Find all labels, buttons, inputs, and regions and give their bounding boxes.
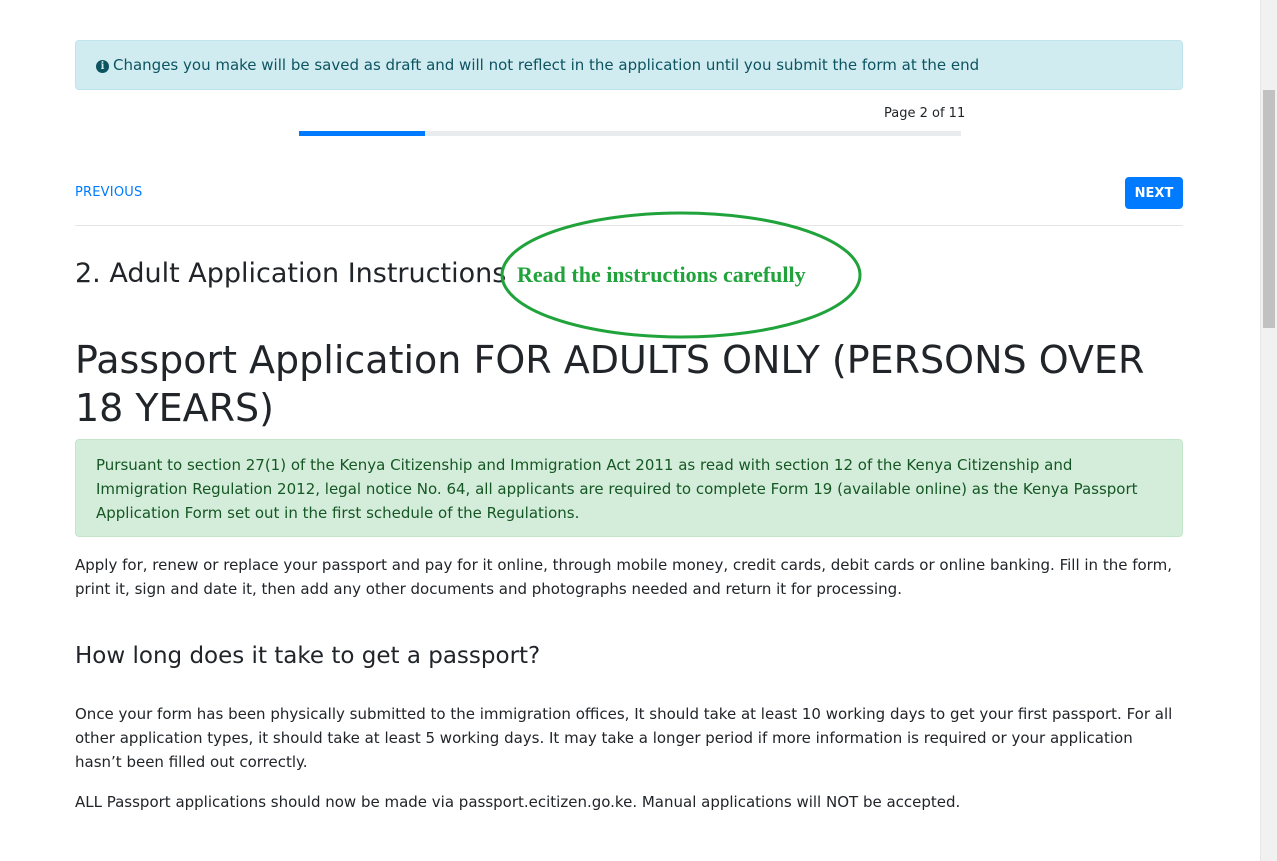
info-circle-icon: i (96, 60, 109, 73)
draft-notice-alert: i Changes you make will be saved as draft… (75, 40, 1183, 90)
page-heading: Passport Application FOR ADULTS ONLY (PE… (75, 338, 1145, 430)
faq-answer-paragraph: Once your form has been physically submi… (75, 705, 1173, 771)
faq-heading: How long does it take to get a passport? (75, 643, 541, 669)
legal-notice-alert: Pursuant to section 27(1) of the Kenya C… (75, 439, 1183, 537)
previous-button[interactable]: PREVIOUS (75, 185, 142, 200)
progress-bar-track (299, 131, 961, 136)
page-indicator: Page 2 of 11 (884, 106, 966, 121)
page-viewport: i Changes you make will be saved as draft… (0, 0, 1277, 861)
next-button[interactable]: NEXT (1125, 177, 1183, 209)
annotation-text: Read the instructions carefully (517, 262, 806, 287)
scrollbar-thumb[interactable] (1263, 90, 1275, 328)
online-notice-paragraph: ALL Passport applications should now be … (75, 793, 961, 811)
intro-paragraph: Apply for, renew or replace your passpor… (75, 556, 1172, 598)
progress-bar-fill (299, 131, 425, 136)
draft-notice-text: Changes you make will be saved as draft … (113, 56, 980, 74)
section-title: 2. Adult Application Instructions (75, 258, 507, 289)
